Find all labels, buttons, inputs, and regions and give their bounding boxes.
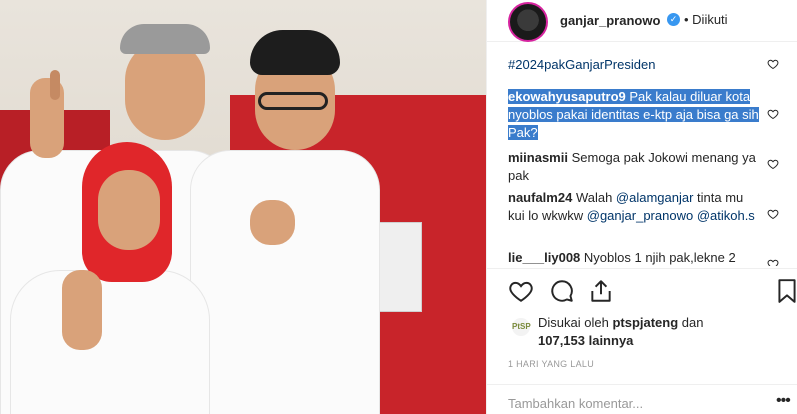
post-photo bbox=[0, 0, 486, 414]
comment-like-heart-icon[interactable] bbox=[767, 58, 779, 70]
comment-item: miinasmii Semoga pak Jokowi menang ya pa… bbox=[508, 149, 760, 185]
follow-status-button[interactable]: • Diikuti bbox=[684, 12, 728, 27]
like-heart-icon[interactable] bbox=[508, 278, 534, 304]
comment-username[interactable]: miinasmii bbox=[508, 150, 568, 165]
comment-like-heart-icon[interactable] bbox=[767, 108, 779, 120]
divider bbox=[487, 384, 797, 385]
comment-list: #2024pakGanjarPresiden ekowahyusaputro9 … bbox=[487, 50, 797, 266]
profile-avatar[interactable] bbox=[508, 2, 548, 42]
liker-username[interactable]: ptspjateng bbox=[612, 315, 678, 330]
comment-item: #2024pakGanjarPresiden bbox=[508, 56, 760, 74]
comment-username[interactable]: ekowahyusaputro9 bbox=[508, 89, 626, 104]
more-options-icon[interactable]: ••• bbox=[776, 392, 791, 410]
likes-mid: dan bbox=[678, 315, 704, 330]
likes-prefix: Disukai oleh bbox=[538, 315, 613, 330]
post-details-panel: ganjar_pranowo ✓ • Diikuti #2024pakGanja… bbox=[486, 0, 797, 414]
comment-item: naufalm24 Walah @alamganjar tinta mu kui… bbox=[508, 189, 760, 225]
action-bar bbox=[487, 278, 797, 308]
share-upload-icon[interactable] bbox=[588, 278, 614, 304]
comment-username[interactable]: lie___liy008 bbox=[508, 250, 580, 265]
liker-avatar[interactable]: PtSP bbox=[512, 318, 531, 336]
username-link[interactable]: ganjar_pranowo bbox=[560, 13, 660, 28]
bookmark-icon[interactable] bbox=[774, 278, 797, 304]
mention-link[interactable]: @atikoh.s bbox=[697, 208, 755, 223]
comment-like-heart-icon[interactable] bbox=[767, 158, 779, 170]
comment-username[interactable]: naufalm24 bbox=[508, 190, 572, 205]
likes-count-link[interactable]: 107,153 lainnya bbox=[538, 333, 633, 348]
mention-link[interactable]: @ganjar_pranowo bbox=[587, 208, 693, 223]
verified-badge-icon: ✓ bbox=[667, 13, 680, 26]
post-timestamp[interactable]: 1 HARI YANG LALU bbox=[508, 359, 594, 369]
add-comment-input[interactable]: Tambahkan komentar... bbox=[508, 396, 643, 411]
mention-link[interactable]: @alamganjar bbox=[616, 190, 694, 205]
divider bbox=[487, 268, 797, 269]
hashtag-link[interactable]: #2024pakGanjarPresiden bbox=[508, 57, 655, 72]
comment-like-heart-icon[interactable] bbox=[767, 208, 779, 220]
post-header: ganjar_pranowo ✓ • Diikuti bbox=[487, 0, 797, 42]
comment-text: Nyoblos 1 njih pak,lekne 2 bbox=[583, 250, 736, 265]
comment-like-heart-icon[interactable] bbox=[767, 258, 779, 266]
comment-item: lie___liy008 Nyoblos 1 njih pak,lekne 2 bbox=[508, 249, 760, 266]
comment-text: Walah bbox=[575, 190, 616, 205]
comment-bubble-icon[interactable] bbox=[549, 278, 575, 304]
comment-item: ekowahyusaputro9 Pak kalau diluar kota n… bbox=[508, 88, 760, 142]
